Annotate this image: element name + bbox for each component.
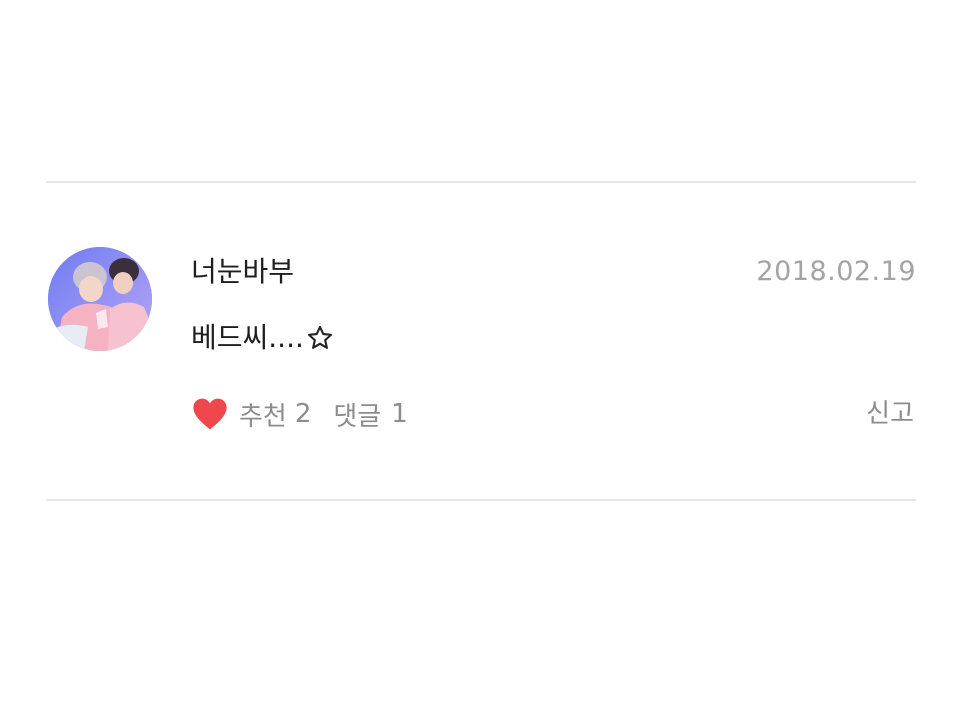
star-outline-icon (307, 325, 332, 349)
heart-icon[interactable] (191, 396, 229, 432)
reply-button[interactable]: 댓글 (333, 396, 381, 433)
avatar[interactable] (48, 247, 152, 351)
reply-count: 1 (391, 399, 408, 429)
like-button[interactable]: 추천 (239, 396, 287, 433)
report-button[interactable]: 신고 (866, 395, 914, 433)
comment-item: 너눈바부 2018.02.19 베드씨.... 추천 2 댓글 1 신고 (46, 183, 916, 499)
comment-author[interactable]: 너눈바부 (191, 255, 294, 289)
comment-text: 베드씨.... (191, 321, 304, 354)
like-count: 2 (294, 399, 312, 429)
comment-date: 2018.02.19 (756, 256, 916, 287)
comment-actions: 추천 2 댓글 1 (191, 395, 408, 433)
avatar-image (48, 247, 152, 351)
comment-body: 베드씨.... (191, 320, 334, 356)
bottom-divider (46, 499, 916, 501)
